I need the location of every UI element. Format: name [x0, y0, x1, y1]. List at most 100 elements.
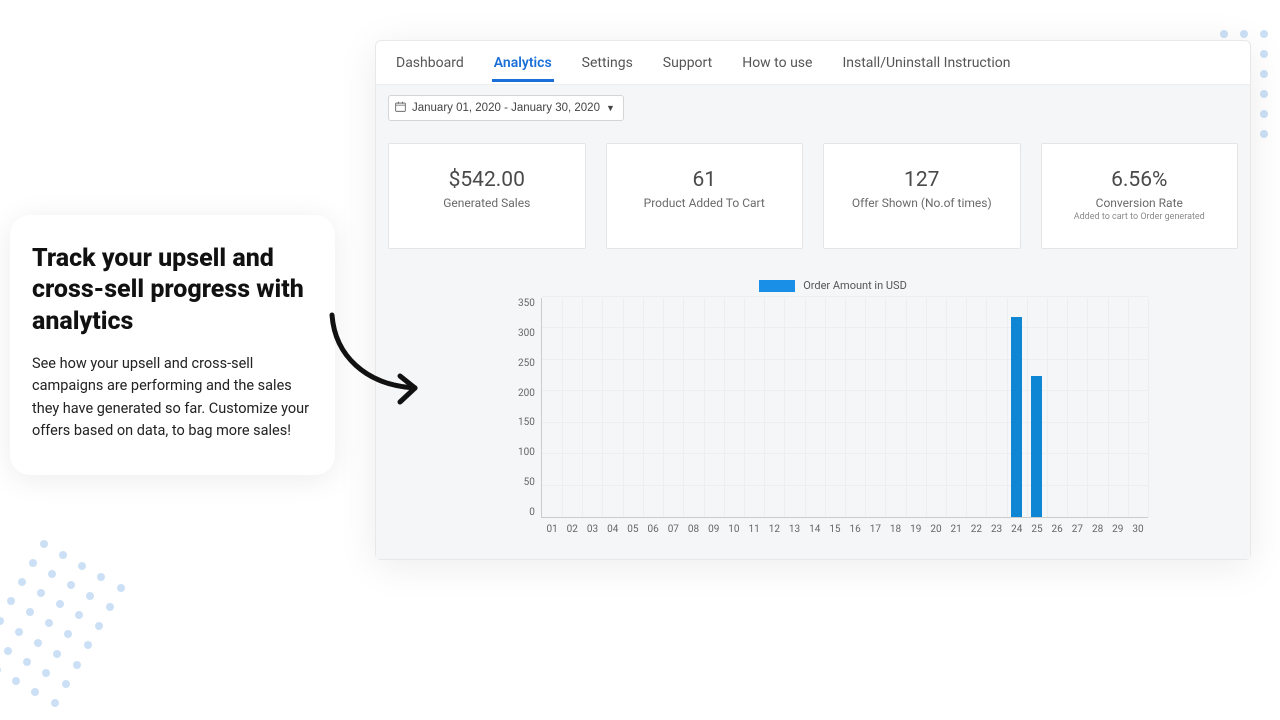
x-tick: 08: [683, 524, 703, 535]
x-tick: 25: [1027, 524, 1047, 535]
x-tick: 07: [663, 524, 683, 535]
grid-line: [865, 298, 866, 517]
grid-line: [1148, 298, 1149, 517]
tab-analytics[interactable]: Analytics: [492, 43, 554, 82]
x-tick: 12: [764, 524, 784, 535]
stat-value: 6.56%: [1052, 168, 1228, 192]
stat-value: 127: [834, 168, 1010, 192]
y-tick: 200: [518, 388, 535, 399]
x-tick: 09: [704, 524, 724, 535]
grid-line: [1067, 298, 1068, 517]
x-tick: 05: [623, 524, 643, 535]
x-tick: 18: [885, 524, 905, 535]
chart-bar: [1011, 317, 1022, 517]
tab-dashboard[interactable]: Dashboard: [394, 43, 466, 82]
grid-line: [1027, 298, 1028, 517]
x-tick: 23: [986, 524, 1006, 535]
tab-install-uninstall[interactable]: Install/Uninstall Instruction: [840, 43, 1012, 82]
x-tick: 14: [805, 524, 825, 535]
stat-sublabel: Added to cart to Order generated: [1052, 212, 1228, 222]
grid-line: [784, 298, 785, 517]
grid-line: [724, 298, 725, 517]
analytics-panel: Dashboard Analytics Settings Support How…: [375, 40, 1251, 560]
grid-line: [845, 298, 846, 517]
x-tick: 26: [1047, 524, 1067, 535]
grid-line: [562, 298, 563, 517]
x-tick: 30: [1128, 524, 1148, 535]
x-tick: 27: [1067, 524, 1087, 535]
tab-bar: Dashboard Analytics Settings Support How…: [376, 41, 1250, 85]
pointer-arrow-icon: [320, 310, 440, 420]
stat-value: $542.00: [399, 168, 575, 192]
x-tick: 24: [1007, 524, 1027, 535]
x-tick: 21: [946, 524, 966, 535]
grid-line: [885, 298, 886, 517]
grid-line: [825, 298, 826, 517]
legend-swatch: [759, 280, 795, 292]
grid-line: [663, 298, 664, 517]
tab-settings[interactable]: Settings: [580, 43, 635, 82]
grid-line: [906, 298, 907, 517]
x-tick: 28: [1087, 524, 1107, 535]
grid-line: [805, 298, 806, 517]
grid-line: [946, 298, 947, 517]
x-tick: 02: [562, 524, 582, 535]
tab-how-to-use[interactable]: How to use: [740, 43, 814, 82]
y-tick: 0: [529, 507, 535, 518]
x-tick: 17: [865, 524, 885, 535]
grid-line: [623, 298, 624, 517]
calendar-icon: [395, 101, 406, 115]
decorative-dots-bottom-left: [0, 540, 130, 720]
grid-line: [1047, 298, 1048, 517]
date-range-picker[interactable]: January 01, 2020 - January 30, 2020 ▼: [388, 95, 624, 121]
grid-line: [926, 298, 927, 517]
stat-conversion-rate: 6.56% Conversion Rate Added to cart to O…: [1041, 143, 1239, 249]
y-tick: 50: [524, 477, 535, 488]
x-tick: 04: [603, 524, 623, 535]
grid-line: [1128, 298, 1129, 517]
grid-line: [1108, 298, 1109, 517]
x-tick: 20: [926, 524, 946, 535]
grid-line: [1007, 298, 1008, 517]
x-tick: 06: [643, 524, 663, 535]
grid-line: [764, 298, 765, 517]
y-tick: 250: [518, 358, 535, 369]
grid-line: [986, 298, 987, 517]
y-tick: 300: [518, 328, 535, 339]
grid-line: [542, 296, 1148, 297]
legend-label: Order Amount in USD: [803, 279, 907, 292]
tab-support[interactable]: Support: [661, 43, 714, 82]
y-tick: 100: [518, 447, 535, 458]
stat-offer-shown: 127 Offer Shown (No.of times): [823, 143, 1021, 249]
stats-row: $542.00 Generated Sales 61 Product Added…: [388, 143, 1238, 249]
y-tick: 350: [518, 298, 535, 309]
grid-line: [582, 298, 583, 517]
grid-line: [683, 298, 684, 517]
x-tick: 22: [966, 524, 986, 535]
x-tick: 16: [845, 524, 865, 535]
grid-line: [1087, 298, 1088, 517]
chart-plot-wrap: 350 300 250 200 150 100 50 0: [518, 298, 1148, 518]
promo-card: Track your upsell and cross-sell progres…: [10, 215, 335, 475]
x-tick: 13: [784, 524, 804, 535]
chart-x-axis: 0102030405060708091011121314151617181920…: [542, 524, 1148, 535]
promo-title: Track your upsell and cross-sell progres…: [32, 243, 313, 337]
grid-line: [704, 298, 705, 517]
y-tick: 150: [518, 417, 535, 428]
stat-label: Offer Shown (No.of times): [834, 196, 1010, 210]
chart-plot: [541, 298, 1148, 518]
grid-line: [744, 298, 745, 517]
stat-label: Generated Sales: [399, 196, 575, 210]
x-tick: 19: [906, 524, 926, 535]
grid-line: [643, 298, 644, 517]
x-tick: 03: [582, 524, 602, 535]
stat-added-to-cart: 61 Product Added To Cart: [606, 143, 804, 249]
stat-label: Product Added To Cart: [617, 196, 793, 210]
chart-area: Order Amount in USD 35030025020015010050…: [388, 279, 1238, 535]
x-tick: 01: [542, 524, 562, 535]
x-tick: 29: [1108, 524, 1128, 535]
stat-label: Conversion Rate: [1052, 196, 1228, 210]
x-tick: 11: [744, 524, 764, 535]
app-body: January 01, 2020 - January 30, 2020 ▼ $5…: [376, 85, 1250, 559]
date-range-text: January 01, 2020 - January 30, 2020: [412, 102, 600, 114]
